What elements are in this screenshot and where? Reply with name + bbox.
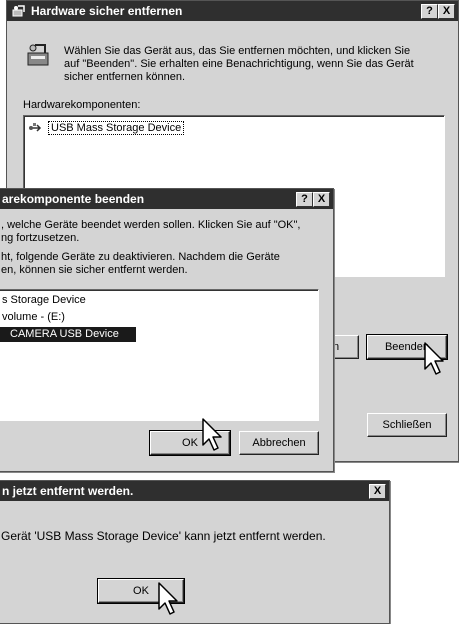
stop-text-line-1: , welche Geräte beendet werden sollen. K… [1, 219, 301, 231]
close-button[interactable]: X [438, 4, 455, 19]
main-titlebar[interactable]: Hardware sicher entfernen ? X [7, 1, 458, 21]
hardware-device-icon [23, 41, 53, 74]
list-item-selected[interactable]: CAMERA USB Device [0, 327, 136, 342]
stop-title: arekomponente beenden [2, 192, 145, 206]
instruction-line-2: auf "Beenden". Sie erhalten eine Benachr… [64, 58, 414, 70]
list-item-label: CAMERA USB Device [10, 328, 119, 340]
safe-to-remove-dialog: n jetzt entfernt werden. X Gerät 'USB Ma… [0, 480, 390, 624]
cancel-button[interactable]: Abbrechen [239, 431, 319, 455]
usb-device-icon [28, 120, 44, 139]
stop-hardware-dialog: arekomponente beenden ? X , welche Gerät… [0, 188, 334, 472]
list-item[interactable]: s Storage Device [2, 294, 86, 306]
stop-close-button[interactable]: X [313, 192, 330, 207]
close-dialog-button[interactable]: Schließen [367, 413, 447, 437]
remove-close-button[interactable]: X [369, 484, 386, 499]
stop-text-line-3: ht, folgende Geräte zu deaktivieren. Nac… [1, 251, 280, 263]
mouse-pointer-icon [424, 342, 444, 375]
remove-message: Gerät 'USB Mass Storage Device' kann jet… [1, 529, 326, 543]
safely-remove-icon [12, 4, 26, 21]
stop-text-line-2: ng fortzusetzen. [1, 232, 80, 244]
list-item[interactable]: volume - (E:) [2, 311, 65, 323]
remove-titlebar[interactable]: n jetzt entfernt werden. X [0, 481, 389, 501]
instruction-line-1: Wählen Sie das Gerät aus, das Sie entfer… [64, 45, 411, 57]
stop-titlebar[interactable]: arekomponente beenden ? X [0, 189, 333, 209]
mouse-pointer-icon [158, 582, 178, 615]
help-button[interactable]: ? [421, 4, 438, 19]
instruction-line-3: sicher entfernen können. [64, 71, 186, 83]
mouse-pointer-icon [202, 418, 222, 451]
stop-device-list[interactable]: s Storage Device volume - (E:) CAMERA US… [0, 289, 319, 421]
stop-text-line-4: en, können sie sicher entfernt werden. [1, 264, 188, 276]
stop-help-button[interactable]: ? [296, 192, 313, 207]
main-title: Hardware sicher entfernen [31, 4, 183, 18]
hardware-list-label: Hardwarekomponenten: [23, 99, 141, 111]
list-item-label: USB Mass Storage Device [48, 121, 185, 135]
remove-title: n jetzt entfernt werden. [2, 484, 134, 498]
